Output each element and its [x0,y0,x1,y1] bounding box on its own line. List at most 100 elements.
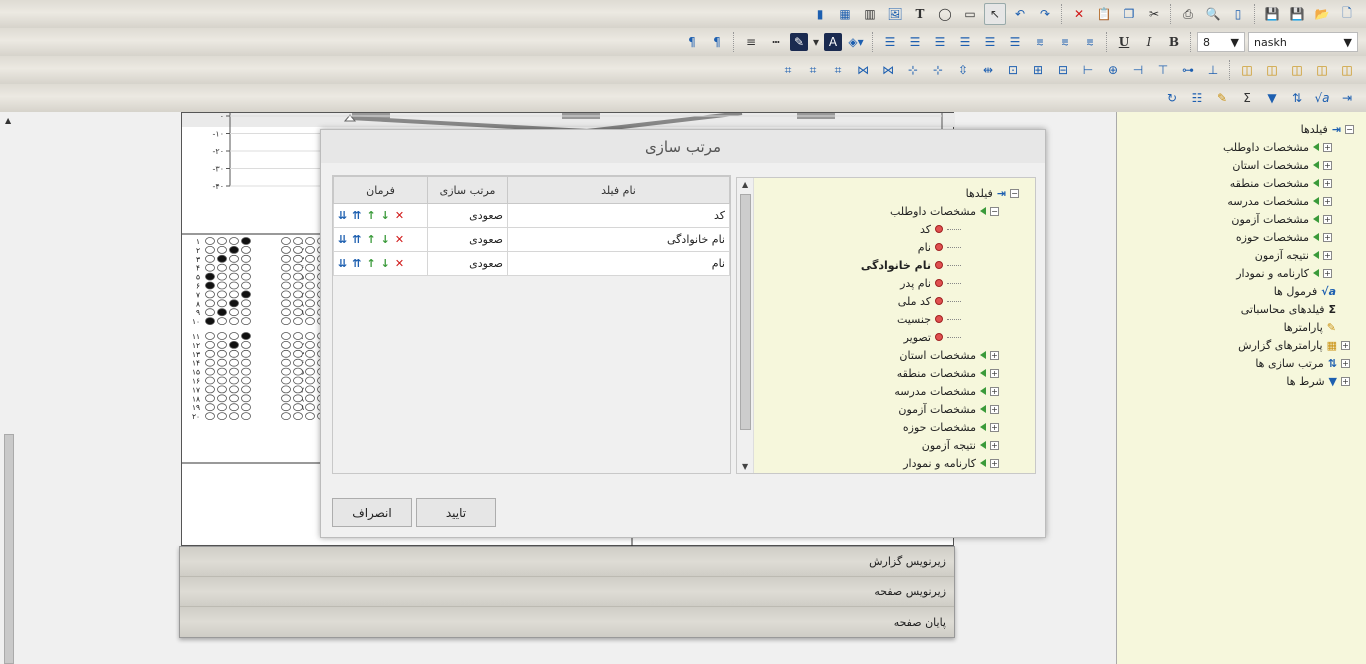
tree-field-item[interactable]: نام [918,238,961,256]
text-icon[interactable]: T [909,3,931,25]
band-page-footer[interactable]: زیرنویس صفحه [180,577,954,607]
ok-button[interactable]: تایید [416,498,496,527]
distribute-v-icon[interactable]: ⋈ [852,59,874,81]
sort-asc-icon[interactable]: ⇈ [352,257,361,270]
expand-icon[interactable]: + [990,368,999,378]
print-preview-icon[interactable]: 🔍 [1202,3,1224,25]
align-middle-left-icon[interactable]: ☰ [1004,31,1026,53]
distribute-h-icon[interactable]: ⋈ [877,59,899,81]
cell-field[interactable]: کد [507,203,730,228]
same-width-icon[interactable]: ⊟ [1052,59,1074,81]
same-height-icon[interactable]: ⊞ [1027,59,1049,81]
cell-field[interactable]: نام خانوادگی [507,227,730,252]
align-rights-icon[interactable]: ⊣ [1127,59,1149,81]
expand-icon[interactable]: + [1341,376,1350,386]
move-up-icon[interactable]: ↑ [366,257,375,270]
collapse-icon[interactable]: − [1010,188,1019,198]
align-middles-icon[interactable]: ⊶ [1177,59,1199,81]
move-down-icon[interactable]: ↓ [381,209,390,222]
scroll-up-icon[interactable]: ▲ [5,116,11,125]
tree-report-params[interactable]: + ▦ پارامترهای گزارش [1238,336,1350,354]
tree-item[interactable]: + مشخصات آزمون [1231,210,1332,228]
tree-item[interactable]: + مشخصات حوزه [1236,228,1332,246]
tree-field-item[interactable]: تصویر [904,328,961,346]
expand-icon[interactable]: + [1323,160,1332,170]
tree-field-item[interactable]: نام پدر [900,274,961,292]
move-down-icon[interactable]: ↓ [381,233,390,246]
align-tops-icon[interactable]: ⊤ [1152,59,1174,81]
center-v-icon[interactable]: ⊹ [902,59,924,81]
pilcrow-ltr-icon[interactable]: ¶ [681,31,703,53]
table-row[interactable]: نام صعودی ⇊ ⇈ ↑ ↓ ✕ [333,251,730,276]
band-page-end[interactable]: پایان صفحه [180,607,954,637]
move-up-icon[interactable]: ↑ [366,209,375,222]
scrollbar-thumb[interactable] [4,434,14,664]
cut-icon[interactable]: ✂ [1143,3,1165,25]
picture-icon[interactable]: 🖼 [884,3,906,25]
expand-icon[interactable]: + [1323,250,1332,260]
column-header-field[interactable]: نام فیلد [507,176,730,204]
dialog-tree-group[interactable]: − مشخصات داوطلب [890,202,999,220]
tree-item[interactable]: + مشخصات منطقه [897,364,999,382]
bring-front-icon[interactable]: ◫ [1336,59,1358,81]
h-spacing-icon[interactable]: ⇹ [977,59,999,81]
move-up-icon[interactable]: ↑ [366,233,375,246]
expand-icon[interactable]: + [1341,358,1350,368]
dialog-tree-root[interactable]: − ⇥ فیلدها [966,184,1019,202]
column-header-command[interactable]: فرمان [333,176,428,204]
tree-root-fields[interactable]: − ⇥ فیلدها [1301,120,1354,138]
cancel-button[interactable]: انصراف [332,498,412,527]
expand-icon[interactable]: + [990,386,999,396]
lock-icon[interactable]: ◫ [1236,59,1258,81]
copy-icon[interactable]: ❐ [1118,3,1140,25]
chevron-down-icon[interactable]: ▾ [811,31,821,53]
tree-item[interactable]: + نتیجه آزمون [1255,246,1332,264]
align-top-left-icon[interactable]: ☰ [929,31,951,53]
expand-icon[interactable]: + [1323,142,1332,152]
tree-params[interactable]: ✎ پارامترها [1284,318,1336,336]
paste-icon[interactable]: 📋 [1093,3,1115,25]
collapse-icon[interactable]: − [990,206,999,216]
tree-item[interactable]: + کارنامه و نمودار [1236,264,1332,282]
ungroup-icon[interactable]: ◫ [1261,59,1283,81]
expand-icon[interactable]: + [990,422,999,432]
cell-sort[interactable]: صعودی [427,203,508,228]
chart-icon[interactable]: ▮ [809,3,831,25]
save-icon[interactable]: 💾 [1286,3,1308,25]
move-down-icon[interactable]: ↓ [381,257,390,270]
tree-formulas[interactable]: √a فرمول ها [1274,282,1336,300]
table-row[interactable]: نام خانوادگی صعودی ⇊ ⇈ ↑ ↓ ✕ [333,227,730,252]
expand-icon[interactable]: + [1323,178,1332,188]
send-back-icon[interactable]: ◫ [1311,59,1333,81]
align-top-center-icon[interactable]: ☰ [904,31,926,53]
align-middle-right-icon[interactable]: ☰ [954,31,976,53]
open-icon[interactable]: 📂 [1311,3,1333,25]
expand-icon[interactable]: + [990,458,999,468]
tree-item[interactable]: + مشخصات استان [899,346,999,364]
align-top-right-icon[interactable]: ☰ [879,31,901,53]
align-centers-icon[interactable]: ⊕ [1102,59,1124,81]
delete-icon[interactable]: ✕ [1068,3,1090,25]
pointer-icon[interactable]: ↖ [984,3,1006,25]
fit-icon[interactable]: ⌗ [777,59,799,81]
snap-grid-icon[interactable]: ⌗ [827,59,849,81]
sort-asc-icon[interactable]: ⇈ [352,209,361,222]
column-header-sort[interactable]: مرتب سازی [427,176,508,204]
same-size-icon[interactable]: ⊡ [1002,59,1024,81]
tree-conditions[interactable]: + ▼ شرط ها [1286,372,1350,390]
align-bottom-center-icon[interactable]: ⩳ [1054,31,1076,53]
formula-icon[interactable]: √a [1311,87,1333,109]
tree-field-item[interactable]: جنسیت [897,310,961,328]
ellipse-icon[interactable]: ◯ [934,3,956,25]
expand-icon[interactable]: + [1323,268,1332,278]
align-grid-icon[interactable]: ⌗ [802,59,824,81]
redo-icon[interactable]: ↷ [1034,3,1056,25]
tree-item[interactable]: + کارنامه و نمودار [903,454,999,472]
tree-item[interactable]: + مشخصات داوطلب [1223,138,1332,156]
align-bottom-right-icon[interactable]: ⩳ [1029,31,1051,53]
refresh-icon[interactable]: ↻ [1161,87,1183,109]
parameters-icon[interactable]: ✎ [1211,87,1233,109]
fields-icon[interactable]: ⇥ [1336,87,1358,109]
sort-desc-icon[interactable]: ⇊ [338,209,347,222]
v-spacing-icon[interactable]: ⇳ [952,59,974,81]
